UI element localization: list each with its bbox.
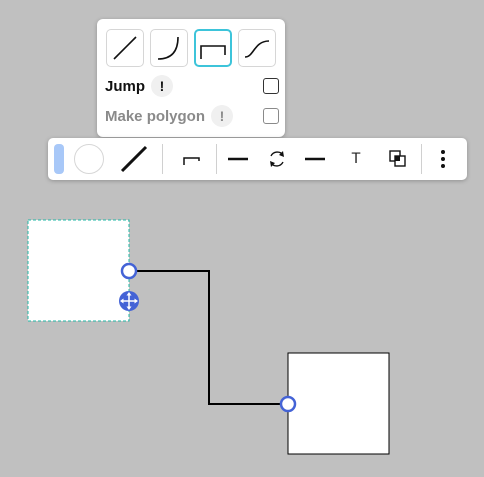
connector-style-button[interactable]: [172, 141, 212, 177]
fill-color-swatch: [54, 144, 64, 174]
toolbar-divider: [421, 144, 422, 174]
stroke-color-swatch: [74, 144, 104, 174]
curved-line-icon: [157, 36, 179, 60]
make-polygon-label: Make polygon: [105, 107, 206, 125]
make-polygon-option: Make polygon !: [105, 104, 279, 128]
toolbar-divider: [216, 144, 217, 174]
make-polygon-help-icon[interactable]: !: [211, 105, 234, 127]
fill-color-button[interactable]: [52, 141, 66, 177]
elbow-connector-button[interactable]: [194, 29, 232, 67]
elbow-line-icon: [200, 45, 226, 59]
jump-help-icon[interactable]: !: [151, 75, 174, 97]
arrange-layers-icon: [389, 150, 406, 167]
more-options-button[interactable]: [425, 141, 461, 177]
line-end-button[interactable]: [298, 141, 332, 177]
line-start-button[interactable]: [220, 141, 256, 177]
text-tool-button[interactable]: T: [340, 141, 372, 177]
s-curve-line-icon: [244, 40, 270, 58]
straight-connector-button[interactable]: [106, 29, 144, 67]
jump-checkbox[interactable]: [263, 78, 279, 94]
jump-label: Jump: [105, 77, 146, 95]
jump-option: Jump !: [105, 74, 279, 98]
line-color-button[interactable]: [114, 141, 154, 177]
arrange-button[interactable]: [378, 141, 418, 177]
s-curve-connector-button[interactable]: [238, 29, 276, 67]
line-end-icon: [305, 157, 325, 161]
rotate-button[interactable]: [260, 141, 294, 177]
elbow-connector[interactable]: [130, 270, 287, 405]
connector-start-handle[interactable]: [120, 262, 138, 280]
shape-toolbar: T: [48, 138, 467, 180]
curved-connector-button[interactable]: [150, 29, 188, 67]
connector-end-handle[interactable]: [279, 395, 297, 413]
rotate-icon: [270, 151, 284, 167]
selected-shape[interactable]: [28, 220, 129, 321]
stroke-color-button[interactable]: [69, 141, 109, 177]
elbow-connector-icon: [183, 157, 200, 165]
move-handle-icon[interactable]: [119, 291, 139, 311]
make-polygon-checkbox[interactable]: [263, 108, 279, 124]
line-start-icon: [228, 157, 248, 161]
more-vertical-icon: [441, 150, 445, 168]
target-shape[interactable]: [287, 352, 390, 455]
toolbar-divider: [162, 144, 163, 174]
connector-style-popover: Jump ! Make polygon !: [97, 19, 285, 137]
straight-line-icon: [113, 36, 137, 60]
line-color-icon: [120, 145, 148, 173]
text-tool-icon: T: [351, 151, 361, 167]
